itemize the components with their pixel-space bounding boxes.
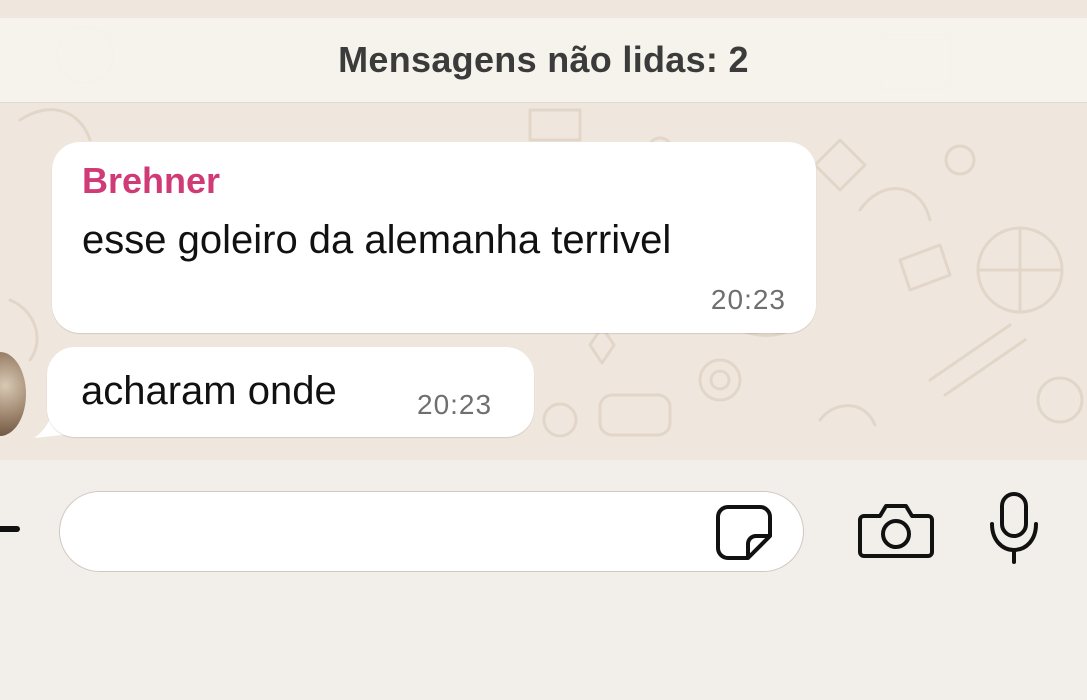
sender-name[interactable]: Brehner xyxy=(82,160,220,202)
message-time: 20:23 xyxy=(710,284,786,315)
unread-messages-banner: Mensagens não lidas: 2 xyxy=(0,18,1087,103)
sticker-icon[interactable] xyxy=(714,502,774,562)
plus-icon[interactable] xyxy=(0,526,20,532)
chat-area[interactable]: Mensagens não lidas: 2 Brehner esse gole… xyxy=(0,0,1087,460)
message-bubble[interactable]: Brehner esse goleiro da alemanha terrive… xyxy=(52,142,816,333)
message-time: 20:23 xyxy=(417,389,493,420)
mic-icon[interactable] xyxy=(986,490,1042,566)
message-text: esse goleiro da alemanha terrivel xyxy=(82,218,672,262)
message-text: acharam onde xyxy=(81,369,337,413)
message-input[interactable] xyxy=(59,491,804,572)
camera-icon[interactable] xyxy=(858,500,934,560)
unread-messages-text: Mensagens não lidas: 2 xyxy=(338,39,749,80)
message-bubble[interactable]: acharam onde 20:23 xyxy=(47,347,534,437)
